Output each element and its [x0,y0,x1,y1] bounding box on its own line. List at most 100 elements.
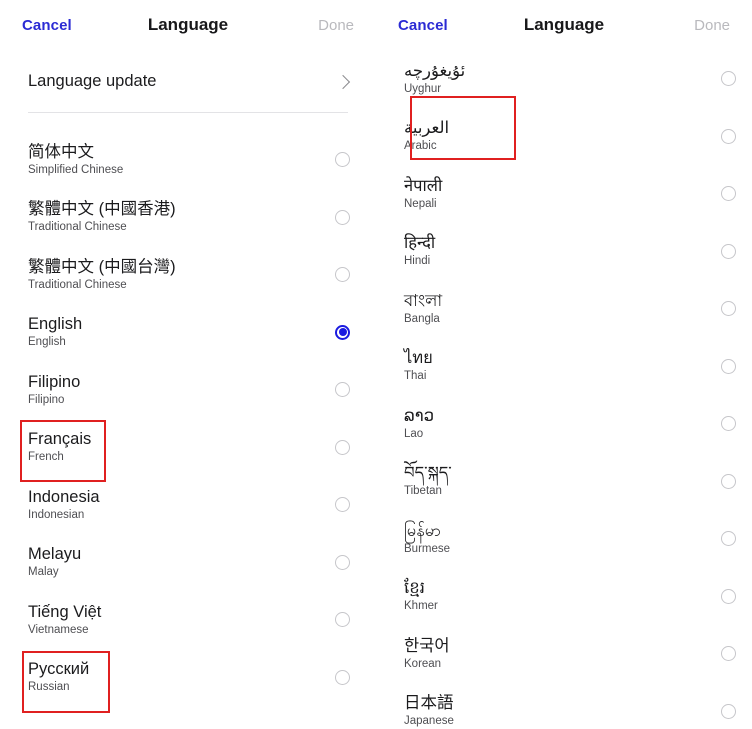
language-english-name: Khmer [404,600,438,613]
radio-button[interactable] [721,416,736,432]
language-native-name: 한국어 [404,636,450,655]
language-english-name: French [28,451,64,464]
right-navbar: Cancel Language Done [376,0,752,50]
language-row[interactable]: English English [0,304,376,362]
language-update-label: Language update [28,71,157,90]
radio-button[interactable] [335,612,350,628]
cancel-button-right[interactable]: Cancel [398,17,448,34]
radio-button[interactable] [721,71,736,87]
language-row-text: ខ្មែរ Khmer [404,578,438,614]
radio-button-selected[interactable] [335,324,350,340]
language-native-name: ລາວ [404,406,435,425]
language-row-text: བོད་སྐད་ Tibetan [404,463,452,499]
language-native-name: Français [28,430,92,449]
language-row[interactable]: བོད་སྐད་ Tibetan [376,453,752,511]
language-row[interactable]: Filipino Filipino [0,361,376,419]
language-row[interactable]: Tiếng Việt Vietnamese [0,591,376,649]
radio-button[interactable] [721,703,736,719]
radio-button[interactable] [335,669,350,685]
radio-button[interactable] [335,209,350,225]
language-english-name: Bangla [404,312,440,325]
language-row[interactable]: 日本語 Japanese [376,683,752,729]
language-native-name: العربية [404,119,450,138]
radio-button[interactable] [721,301,736,317]
language-english-name: Malay [28,566,59,579]
language-row[interactable]: ខ្មែរ Khmer [376,568,752,626]
language-native-name: Melayu [28,545,82,564]
radio-button[interactable] [721,531,736,547]
radio-button[interactable] [721,646,736,662]
radio-button[interactable] [721,473,736,489]
language-row[interactable]: हिन्दी Hindi [376,223,752,281]
language-row-text: हिन्दी Hindi [404,233,435,269]
language-row-text: Melayu Malay [28,544,81,580]
language-row[interactable]: 繁體中文 (中國香港) Traditional Chinese [0,189,376,247]
radio-button[interactable] [721,186,736,202]
language-row-text: မြန်မာ Burmese [404,521,450,557]
language-row[interactable]: नेपाली Nepali [376,165,752,223]
language-row[interactable]: ລາວ Lao [376,395,752,453]
language-row[interactable]: ئۇيغۇرچە Uyghur [376,50,752,108]
radio-button[interactable] [335,497,350,513]
language-row[interactable]: ไทย Thai [376,338,752,396]
right-language-panel: Cancel Language Done ئۇيغۇرچە Uyghur العرب… [376,0,752,729]
language-row-text: 繁體中文 (中國台灣) Traditional Chinese [28,257,176,293]
cancel-button[interactable]: Cancel [22,17,72,34]
language-row[interactable]: Melayu Malay [0,534,376,592]
language-native-name: नेपाली [404,176,443,195]
language-english-name: Traditional Chinese [28,278,127,291]
language-row[interactable]: العربية Arabic [376,108,752,166]
radio-button[interactable] [335,439,350,455]
language-native-name: 繁體中文 (中國台灣) [28,257,176,276]
radio-button[interactable] [335,554,350,570]
radio-button[interactable] [721,358,736,374]
language-row-text: English English [28,314,82,350]
radio-button[interactable] [335,382,350,398]
language-english-name: Simplified Chinese [28,163,124,176]
language-row-text: ລາວ Lao [404,406,434,442]
language-native-name: Tiếng Việt [28,602,102,621]
radio-button[interactable] [335,152,350,168]
language-row[interactable]: မြန်မာ Burmese [376,510,752,568]
language-row[interactable]: বাংলা Bangla [376,280,752,338]
done-button[interactable]: Done [318,17,354,34]
language-row-text: বাংলা Bangla [404,291,442,327]
language-row-text: 한국어 Korean [404,636,450,672]
language-english-name: Uyghur [404,82,442,95]
radio-button[interactable] [721,243,736,259]
language-row[interactable]: 繁體中文 (中國台灣) Traditional Chinese [0,246,376,304]
language-native-name: Filipino [28,372,81,391]
language-native-name: हिन्दी [404,234,436,253]
language-native-name: ไทย [404,349,433,368]
language-native-name: 繁體中文 (中國香港) [28,200,176,219]
language-english-name: Thai [404,370,427,383]
language-row-text: Filipino Filipino [28,372,80,408]
language-english-name: Indonesian [28,508,85,521]
language-update-row[interactable]: Language update [0,50,376,112]
chevron-right-icon [337,75,350,88]
language-english-name: Burmese [404,542,451,555]
language-native-name: ខ្មែរ [404,579,425,598]
language-row[interactable]: 简体中文 Simplified Chinese [0,131,376,189]
radio-button[interactable] [721,588,736,604]
done-button-right[interactable]: Done [694,17,730,34]
language-english-name: Vietnamese [28,623,89,636]
language-english-name: English [28,336,66,349]
radio-button[interactable] [335,267,350,283]
language-native-name: ئۇيغۇرچە [404,61,466,80]
language-row[interactable]: Indonesia Indonesian [0,476,376,534]
left-navbar: Cancel Language Done [0,0,376,50]
right-language-list: ئۇيغۇرچە Uyghur العربية Arabic नेपाली Nepali ह… [376,50,752,729]
language-english-name: Tibetan [404,485,442,498]
language-native-name: Indonesia [28,487,100,506]
language-row-text: Русский Russian [28,659,89,695]
language-row[interactable]: 한국어 Korean [376,625,752,683]
radio-button[interactable] [721,128,736,144]
language-native-name: বাংলা [404,291,443,310]
language-row[interactable]: Français French [0,419,376,477]
language-native-name: English [28,315,83,334]
language-row-text: नेपाली Nepali [404,176,442,212]
language-english-name: Arabic [404,140,437,153]
language-row[interactable]: Русский Russian [0,649,376,707]
language-english-name: Korean [404,657,442,670]
